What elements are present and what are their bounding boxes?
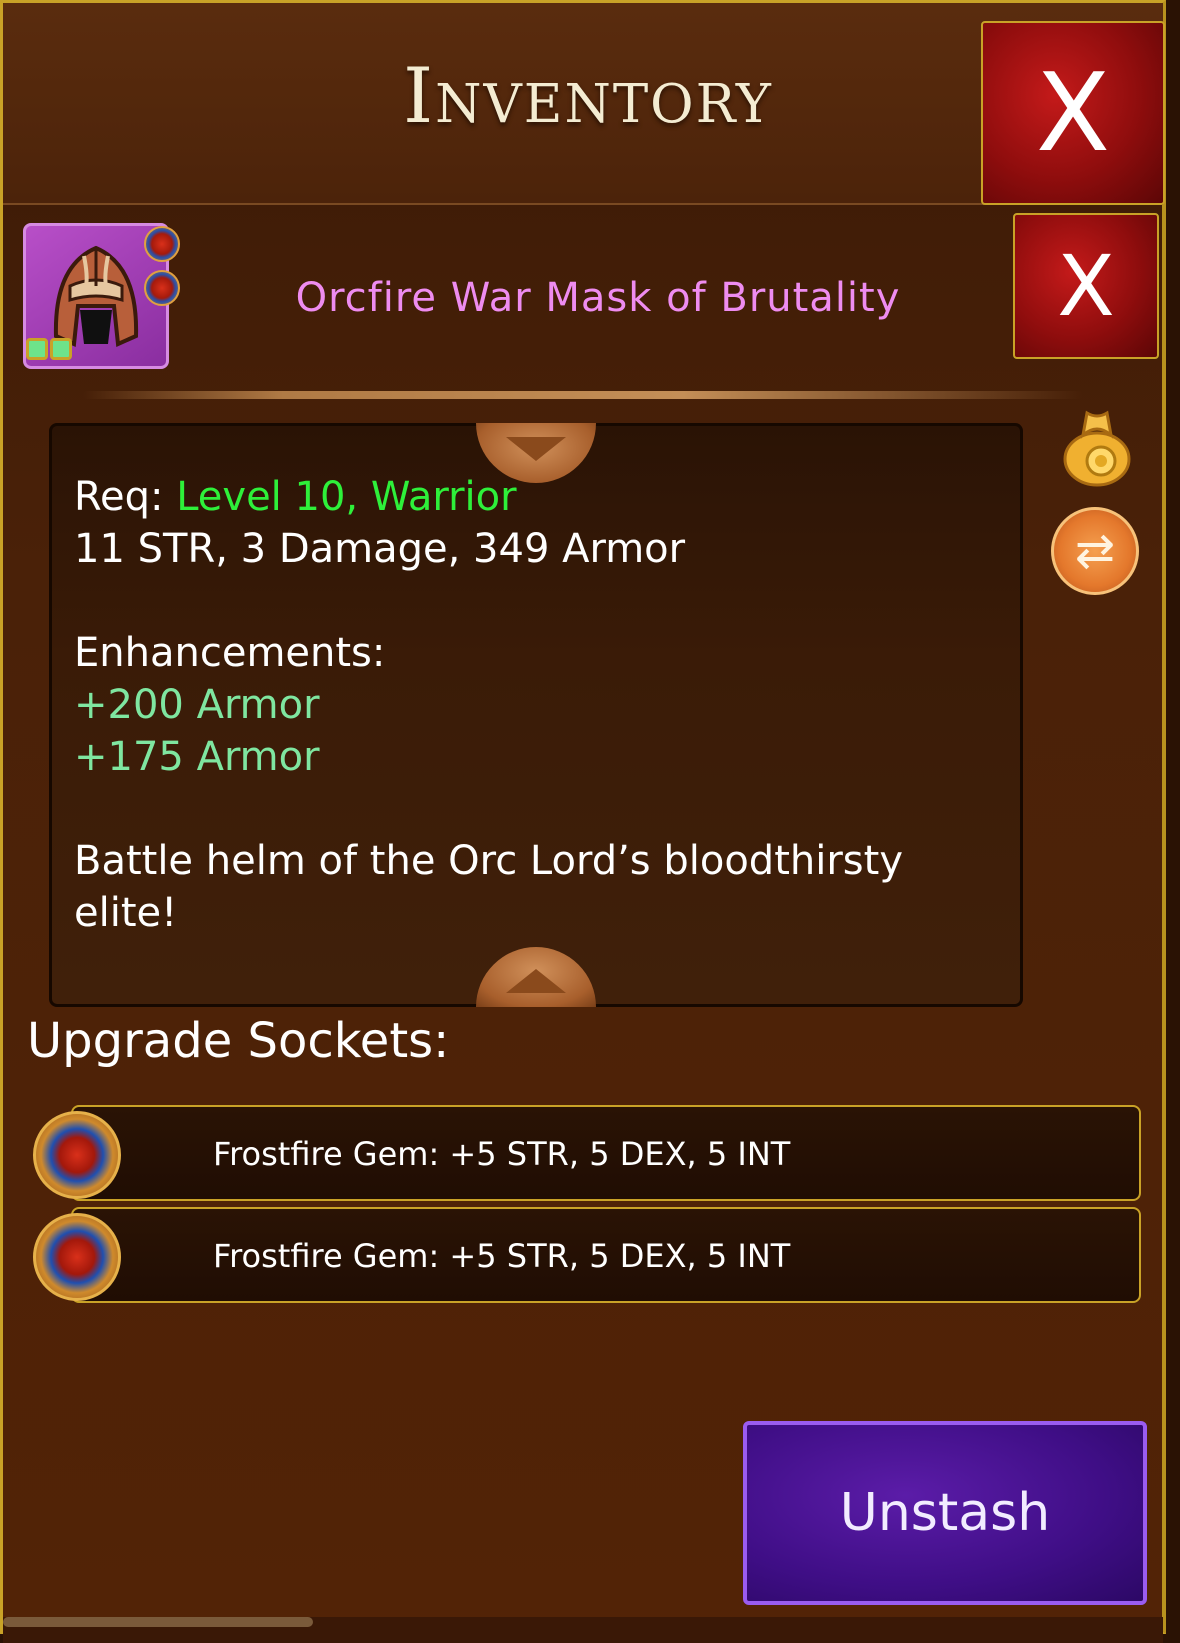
inventory-window: Inventory X Orcfire War Mask of Brutalit… (0, 0, 1166, 1643)
socket-text: Frostfire Gem: +5 STR, 5 DEX, 5 INT (213, 1135, 791, 1173)
frostfire-gem-icon (33, 1111, 121, 1199)
description-line: elite! (74, 890, 178, 936)
item-icon[interactable] (23, 223, 180, 369)
description-line: Battle helm of the Orc Lord’s bloodthirs… (74, 838, 903, 884)
requirement-label: Req: (74, 474, 164, 520)
requirement-value: Level 10, Warrior (176, 474, 517, 520)
socket-row[interactable]: Frostfire Gem: +5 STR, 5 DEX, 5 INT (71, 1207, 1141, 1303)
close-window-button[interactable]: X (981, 21, 1165, 205)
scroll-down-button[interactable] (476, 947, 596, 1007)
item-name: Orcfire War Mask of Brutality (295, 275, 901, 321)
divider (83, 391, 1083, 399)
socket-gem-icon (144, 270, 180, 306)
socket-gem-icon (144, 226, 180, 262)
unstash-button[interactable]: Unstash (743, 1421, 1147, 1605)
coin-bag-icon[interactable] (1061, 405, 1133, 487)
upgrade-sockets-heading: Upgrade Sockets: (27, 1013, 450, 1069)
frostfire-gem-icon (33, 1213, 121, 1301)
enhancement-line: +200 Armor (74, 682, 320, 728)
item-description-panel[interactable]: Req: Level 10, Warrior 11 STR, 3 Damage,… (49, 423, 1023, 1007)
enhancements-heading: Enhancements: (74, 630, 386, 676)
enhancement-line: +175 Armor (74, 734, 320, 780)
requirement-line: Req: Level 10, Warrior (74, 474, 517, 520)
chevron-down-icon (506, 437, 566, 461)
stats-line: 11 STR, 3 Damage, 349 Armor (74, 526, 686, 572)
upgrade-slot-icon (26, 338, 48, 360)
swap-icon[interactable]: ⇄ (1051, 507, 1139, 595)
horizontal-scrollbar[interactable] (3, 1617, 313, 1627)
upgrade-slot-icon (50, 338, 72, 360)
chevron-up-icon (506, 969, 566, 993)
socket-text: Frostfire Gem: +5 STR, 5 DEX, 5 INT (213, 1237, 791, 1275)
socket-row[interactable]: Frostfire Gem: +5 STR, 5 DEX, 5 INT (71, 1105, 1141, 1201)
close-item-button[interactable]: X (1013, 213, 1159, 359)
